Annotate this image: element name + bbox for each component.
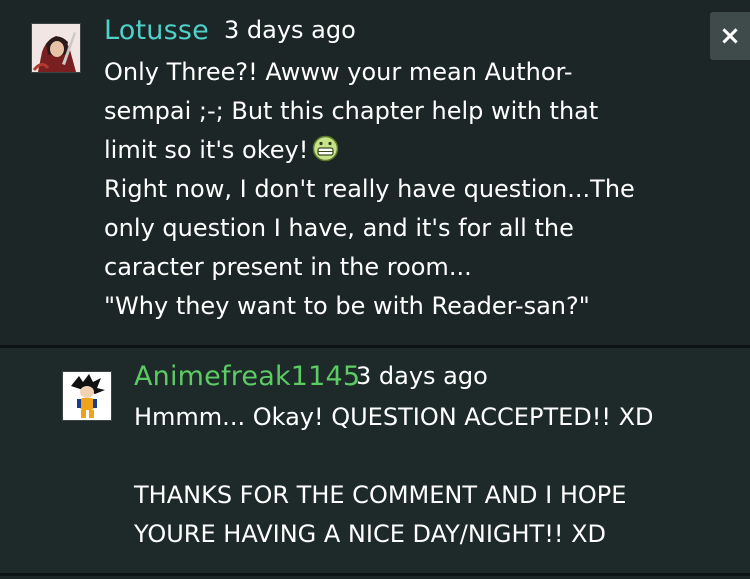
comment-timestamp: 3 days ago: [224, 16, 356, 44]
grinning-face-emoji-icon: [312, 135, 339, 162]
comment-line: YOURE HAVING A NICE DAY/NIGHT!! XD: [134, 520, 606, 548]
comment-username[interactable]: Animefreak1145: [134, 361, 360, 392]
comment-line: sempai ;-; But this chapter help with th…: [104, 97, 599, 125]
comment-line: Hmmm... Okay! QUESTION ACCEPTED!! XD: [134, 403, 654, 431]
comment-divider: [0, 573, 750, 576]
avatar-image: [63, 372, 111, 420]
comment-line: Right now, I don't really have question.…: [104, 175, 635, 203]
comment-line: only question I have, and it's for all t…: [104, 214, 574, 242]
comment-line: Only Three?! Awww your mean Author-: [104, 58, 573, 86]
comment-line: [134, 437, 654, 476]
comment-line: caracter present in the room...: [104, 253, 472, 281]
close-icon: ×: [719, 21, 741, 51]
comment-body: Hmmm... Okay! QUESTION ACCEPTED!! XD THA…: [134, 398, 654, 554]
avatar-animefreak1145[interactable]: [62, 371, 112, 421]
comment-line: "Why they want to be with Reader-san?": [104, 292, 590, 320]
comment-line: THANKS FOR THE COMMENT AND I HOPE: [134, 481, 627, 509]
avatar-lotusse[interactable]: [31, 23, 81, 73]
comment-line-with-emoji: limit so it's okey!: [104, 131, 635, 170]
avatar-image: [32, 24, 80, 72]
comment-timestamp: 3 days ago: [356, 362, 488, 390]
comment-line-text: limit so it's okey!: [104, 136, 309, 164]
close-button[interactable]: ×: [710, 12, 750, 60]
comment-body: Only Three?! Awww your mean Author- semp…: [104, 53, 635, 326]
comment-username[interactable]: Lotusse: [104, 15, 209, 46]
